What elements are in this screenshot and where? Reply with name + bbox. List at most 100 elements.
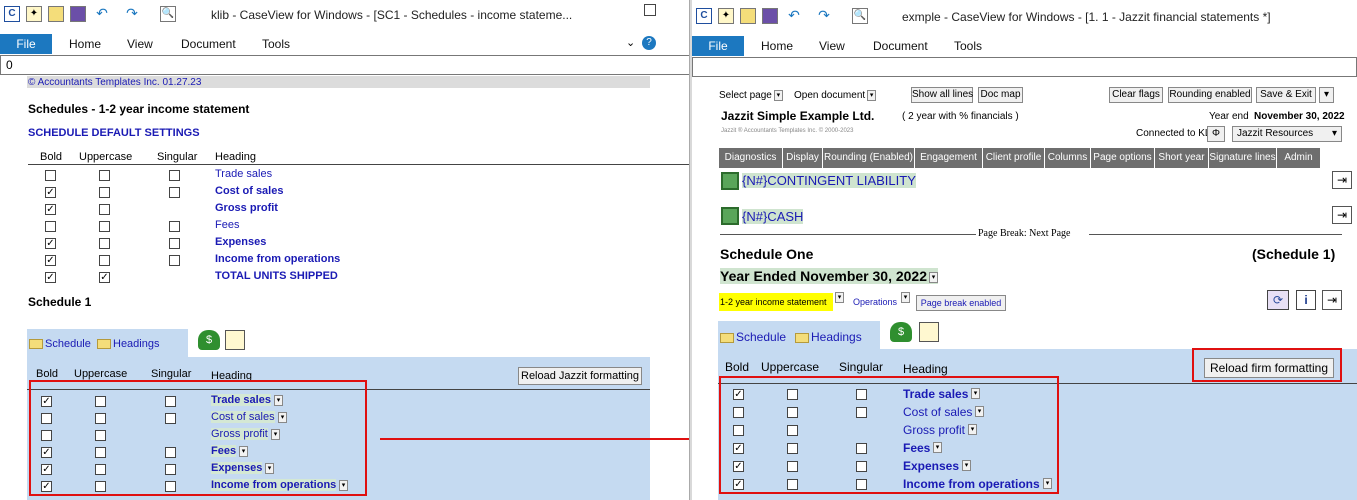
copyright-band: © Accountants Templates Inc. 01.27.23 [27, 76, 650, 88]
tab-tools[interactable]: Tools [954, 39, 982, 53]
page-break-rule-left [720, 234, 976, 235]
maximize-icon[interactable] [644, 4, 656, 16]
bold-checkbox[interactable]: ✓ [45, 204, 56, 215]
new-file-icon[interactable]: ✦ [718, 8, 734, 24]
bold-checkbox[interactable]: ✓ [45, 272, 56, 283]
uppercase-checkbox[interactable] [99, 170, 110, 181]
uppercase-checkbox[interactable] [99, 204, 110, 215]
export-arrow-icon[interactable]: ⇥ [1332, 171, 1352, 189]
year-ended-select[interactable]: Year Ended November 30, 2022 ▾ [720, 268, 938, 284]
bold-checkbox[interactable]: ✓ [45, 255, 56, 266]
right-window: C ✦ ↶ ↷ 🔍 exmple - CaseView for Windows … [692, 0, 1357, 500]
tab-view[interactable]: View [819, 39, 845, 53]
nav-tab[interactable]: Columns [1045, 148, 1091, 168]
tab-document[interactable]: Document [873, 39, 928, 53]
contingent-liability-heading[interactable]: {N#}CONTINGENT LIABILITY [742, 173, 916, 188]
tab-file[interactable]: File [0, 34, 52, 54]
uppercase-checkbox[interactable] [99, 187, 110, 198]
table-row [692, 461, 693, 462]
statement-type-select[interactable]: 1-2 year income statement [719, 293, 833, 311]
save-exit-button[interactable]: Save & Exit [1256, 87, 1316, 103]
refresh-doc-icon[interactable] [919, 322, 939, 342]
tab-home[interactable]: Home [761, 39, 793, 53]
collapse-section-icon[interactable] [721, 172, 739, 190]
tab-tools[interactable]: Tools [262, 37, 290, 51]
singular-checkbox[interactable] [169, 187, 180, 198]
collapse-ribbon-icon[interactable]: ⌄ [626, 36, 635, 49]
uppercase-checkbox[interactable] [99, 238, 110, 249]
save-icon[interactable] [70, 6, 86, 22]
undo-icon[interactable]: ↶ [786, 8, 802, 24]
nav-tab[interactable]: Short year [1155, 148, 1209, 168]
collapse-section-icon[interactable] [721, 207, 739, 225]
singular-checkbox[interactable] [169, 238, 180, 249]
undo-icon[interactable]: ↶ [94, 6, 110, 22]
table-row [692, 407, 693, 408]
tab-schedule[interactable]: Schedule [29, 338, 91, 350]
singular-checkbox[interactable] [169, 255, 180, 266]
money-bag-icon[interactable]: $ [198, 330, 220, 350]
nav-tab[interactable]: Signature lines [1209, 148, 1277, 168]
col-singular: Singular [157, 151, 198, 163]
tab-schedule[interactable]: Schedule [720, 330, 786, 344]
refresh-icon[interactable]: ⟳ [1267, 290, 1289, 310]
cash-heading[interactable]: {N#}CASH [742, 209, 804, 224]
caseview-app-icon[interactable]: C [4, 6, 20, 22]
tab-file[interactable]: File [692, 36, 744, 56]
more-options-icon[interactable]: ▾ [1319, 87, 1334, 103]
nav-tab[interactable]: Diagnostics [719, 148, 783, 168]
export-arrow-icon[interactable]: ⇥ [1322, 290, 1342, 310]
new-file-icon[interactable]: ✦ [26, 6, 42, 22]
bold-checkbox[interactable]: ✓ [45, 187, 56, 198]
select-page-control[interactable]: Select page ▾ [719, 90, 783, 101]
open-document-control[interactable]: Open document ▾ [794, 90, 877, 101]
uppercase-checkbox[interactable] [99, 221, 110, 232]
nav-tab[interactable]: Page options [1091, 148, 1155, 168]
reload-jazzit-button[interactable]: Reload Jazzit formatting [518, 367, 642, 385]
copyright-text: © Accountants Templates Inc. 01.27.23 [28, 77, 202, 88]
help-icon[interactable]: ? [642, 36, 656, 50]
uppercase-checkbox[interactable]: ✓ [99, 272, 110, 283]
singular-checkbox[interactable] [169, 170, 180, 181]
bold-checkbox[interactable] [45, 221, 56, 232]
table-row [0, 413, 1, 414]
caseview-app-icon[interactable]: C [696, 8, 712, 24]
operations-select[interactable]: Operations [853, 297, 897, 307]
nav-tab[interactable]: Rounding (Enabled) [823, 148, 915, 168]
formula-bar[interactable] [692, 57, 1357, 77]
rounding-enabled-button[interactable]: Rounding enabled [1168, 87, 1252, 103]
bold-checkbox[interactable]: ✓ [45, 238, 56, 249]
singular-checkbox[interactable] [169, 221, 180, 232]
chevron-down-icon[interactable]: ▾ [835, 292, 844, 303]
print-preview-icon[interactable]: 🔍 [852, 8, 868, 24]
tab-headings[interactable]: Headings [795, 330, 862, 344]
nav-tab[interactable]: Admin [1277, 148, 1321, 168]
clear-flags-button[interactable]: Clear flags [1109, 87, 1163, 103]
doc-map-button[interactable]: Doc map [978, 87, 1023, 103]
page-break-enabled-button[interactable]: Page break enabled [916, 295, 1006, 311]
open-folder-icon[interactable] [740, 8, 756, 24]
info-toggle-icon[interactable]: Φ [1207, 126, 1225, 142]
export-arrow-icon[interactable]: ⇥ [1332, 206, 1352, 224]
print-preview-icon[interactable]: 🔍 [160, 6, 176, 22]
nav-tab[interactable]: Client profile [983, 148, 1045, 168]
tab-headings[interactable]: Headings [97, 338, 159, 350]
jazzit-resources-dropdown[interactable]: Jazzit Resources ▾ [1232, 126, 1342, 142]
formula-bar[interactable]: 0 [0, 55, 690, 75]
redo-icon[interactable]: ↷ [124, 6, 140, 22]
show-all-lines-button[interactable]: Show all lines [911, 87, 973, 103]
uppercase-checkbox[interactable] [99, 255, 110, 266]
money-bag-icon[interactable]: $ [890, 322, 912, 342]
chevron-down-icon[interactable]: ▾ [901, 292, 910, 303]
info-icon[interactable]: i [1296, 290, 1316, 310]
nav-tab[interactable]: Engagement [915, 148, 983, 168]
nav-tab[interactable]: Display [783, 148, 823, 168]
tab-document[interactable]: Document [181, 37, 236, 51]
tab-view[interactable]: View [127, 37, 153, 51]
save-icon[interactable] [762, 8, 778, 24]
refresh-doc-icon[interactable] [225, 330, 245, 350]
open-folder-icon[interactable] [48, 6, 64, 22]
tab-home[interactable]: Home [69, 37, 101, 51]
redo-icon[interactable]: ↷ [816, 8, 832, 24]
bold-checkbox[interactable] [45, 170, 56, 181]
